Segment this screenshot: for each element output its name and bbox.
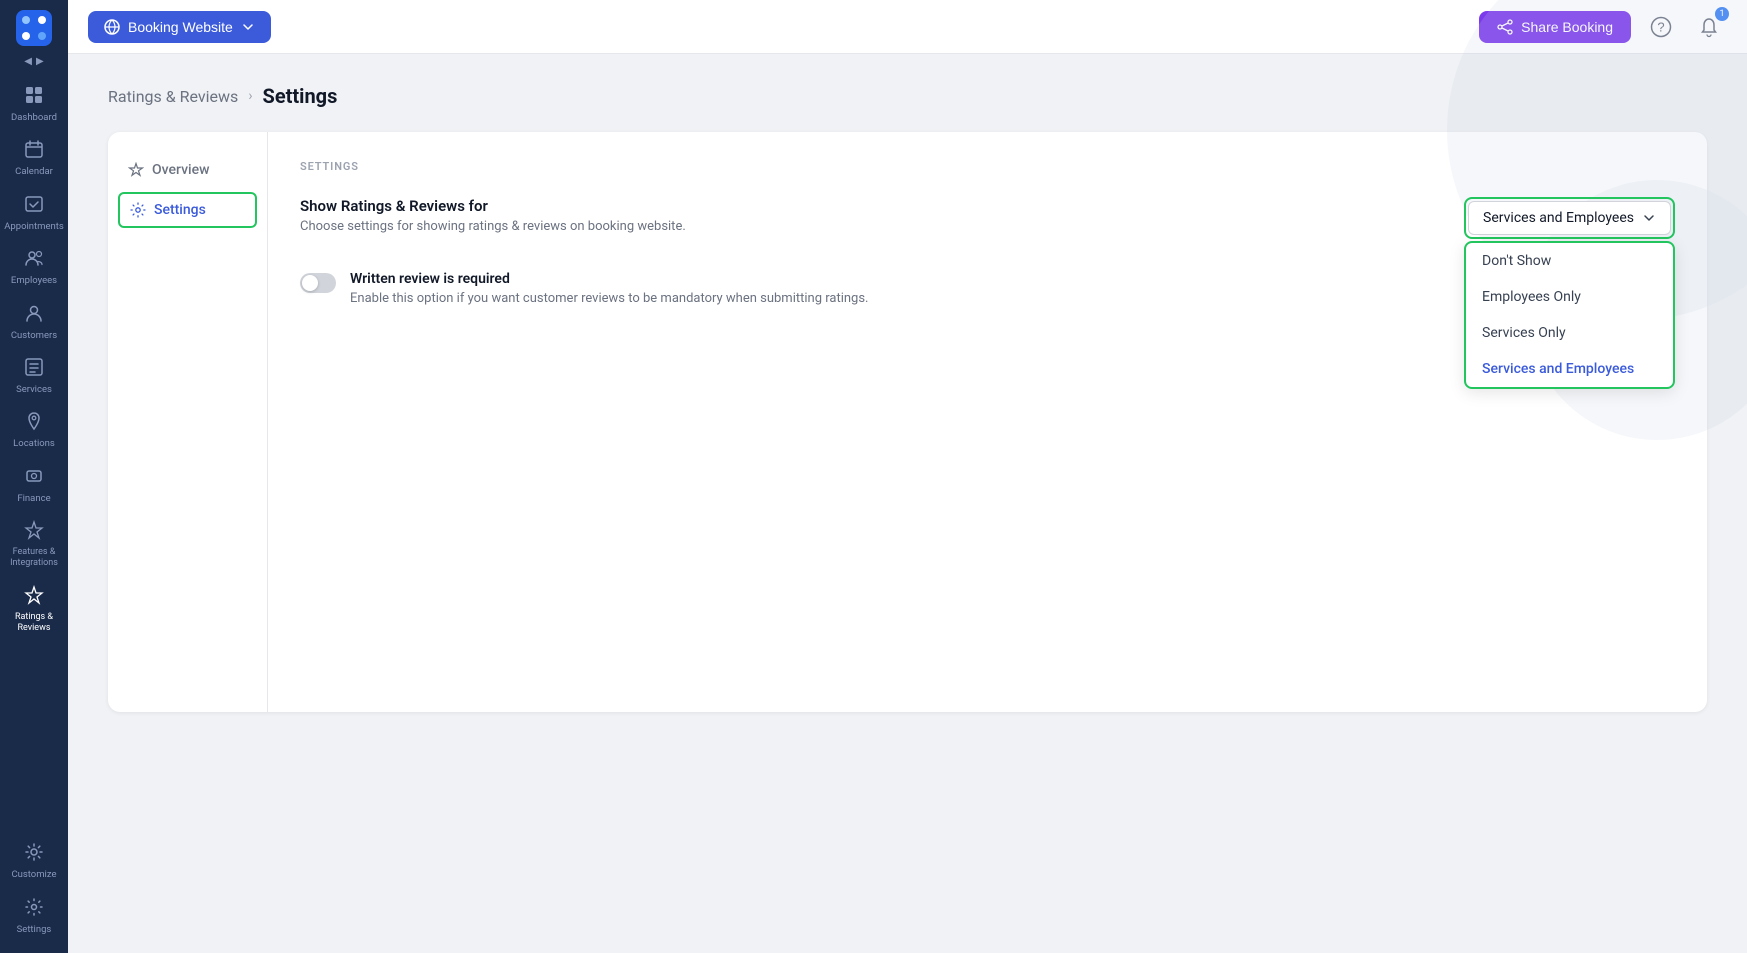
ratings-dropdown-value: Services and Employees [1483,210,1634,226]
dropdown-item-services-and-employees[interactable]: Services and Employees [1466,351,1673,387]
breadcrumb-parent[interactable]: Ratings & Reviews [108,87,238,106]
dropdown-item-services-only[interactable]: Services Only [1466,315,1673,351]
settings-nav-settings[interactable]: Settings [118,192,257,228]
written-review-desc: Enable this option if you want customer … [350,291,869,306]
show-ratings-row: Show Ratings & Reviews for Choose settin… [300,197,1675,239]
settings-card: Overview Settings SETTINGS Show Ratings … [108,132,1707,712]
sidebar-item-settings[interactable]: Settings [0,889,68,943]
settings-navigation: Overview Settings [108,132,268,712]
sidebar-item-label-appointments: Appointments [4,221,64,232]
breadcrumb: Ratings & Reviews › Settings [108,84,1707,108]
sidebar-item-label-locations: Locations [13,438,55,449]
show-ratings-info: Show Ratings & Reviews for Choose settin… [300,197,686,234]
sidebar-item-label-finance: Finance [17,493,50,504]
ratings-dropdown-menu: Don't Show Employees Only Services Only … [1464,241,1675,389]
locations-icon [24,411,44,435]
show-ratings-label: Show Ratings & Reviews for [300,197,686,215]
share-booking-button[interactable]: Share Booking [1479,11,1631,43]
ratings-icon [24,585,44,609]
settings-nav-overview-label: Overview [152,162,209,178]
ratings-dropdown-trigger[interactable]: Services and Employees [1468,201,1671,235]
sidebar-item-customers[interactable]: Customers [0,295,68,349]
sidebar-item-label-features: Features &Integrations [10,547,58,569]
arrow-left-icon[interactable]: ◀ [24,56,32,67]
topbar: Booking Website Share Booking ? 1 [68,0,1747,54]
dropdown-item-employees-only[interactable]: Employees Only [1466,279,1673,315]
calendar-icon [24,139,44,163]
arrow-right-icon[interactable]: ▶ [36,56,44,67]
toggle-thumb [302,275,318,291]
sidebar-item-calendar[interactable]: Calendar [0,131,68,185]
booking-website-label: Booking Website [128,19,233,35]
sidebar: ◀ ▶ Dashboard Calendar Appointments Empl… [0,0,68,953]
written-review-label: Written review is required [350,271,869,287]
written-review-toggle[interactable] [300,273,336,293]
dropdown-item-dont-show[interactable]: Don't Show [1466,243,1673,279]
sidebar-item-services[interactable]: Services [0,349,68,403]
help-button[interactable]: ? [1643,9,1679,45]
settings-section-title: SETTINGS [300,160,1675,173]
booking-website-button[interactable]: Booking Website [88,11,271,43]
sidebar-item-dashboard[interactable]: Dashboard [0,77,68,131]
sidebar-logo [16,10,52,50]
notification-badge-count: 1 [1715,7,1729,21]
settings-nav-settings-label: Settings [154,202,206,218]
sidebar-item-label-settings-bottom: Settings [17,924,52,935]
share-booking-label: Share Booking [1521,19,1613,35]
services-icon [24,357,44,381]
sidebar-item-label-employees: Employees [11,275,57,286]
sidebar-item-finance[interactable]: Finance [0,458,68,512]
ratings-dropdown-wrapper: Services and Employees Don't Show Employ… [1464,197,1675,239]
sidebar-item-label-dashboard: Dashboard [11,112,57,123]
sidebar-item-label-ratings: Ratings &Reviews [15,612,53,634]
breadcrumb-current: Settings [263,84,338,108]
breadcrumb-separator: › [248,88,252,104]
main-area: Booking Website Share Booking ? 1 [68,0,1747,953]
sidebar-item-appointments[interactable]: Appointments [0,186,68,240]
dashboard-icon [24,85,44,109]
content-area: Ratings & Reviews › Settings Overview Se… [68,54,1747,953]
sidebar-item-label-customers: Customers [11,330,57,341]
customers-icon [24,303,44,327]
finance-icon [24,466,44,490]
settings-content: SETTINGS Show Ratings & Reviews for Choo… [268,132,1707,712]
sidebar-item-label-services: Services [16,384,52,395]
employees-icon [24,248,44,272]
show-ratings-desc: Choose settings for showing ratings & re… [300,219,686,234]
topbar-right: Share Booking ? 1 [1479,9,1727,45]
sidebar-item-label-customize: Customize [11,869,56,880]
sidebar-item-employees[interactable]: Employees [0,240,68,294]
appointments-icon [24,194,44,218]
settings-icon [24,897,44,921]
sidebar-collapse-arrows[interactable]: ◀ ▶ [24,56,43,67]
written-review-info: Written review is required Enable this o… [350,271,869,306]
sidebar-item-label-calendar: Calendar [15,166,53,177]
customize-icon [24,842,44,866]
sidebar-item-customize[interactable]: Customize [0,834,68,888]
sidebar-item-locations[interactable]: Locations [0,403,68,457]
features-icon [24,520,44,544]
sidebar-item-ratings[interactable]: Ratings &Reviews [0,577,68,642]
svg-text:?: ? [1657,19,1664,34]
notification-wrapper: 1 [1691,9,1727,45]
settings-nav-overview[interactable]: Overview [108,152,267,188]
sidebar-item-features[interactable]: Features &Integrations [0,512,68,577]
